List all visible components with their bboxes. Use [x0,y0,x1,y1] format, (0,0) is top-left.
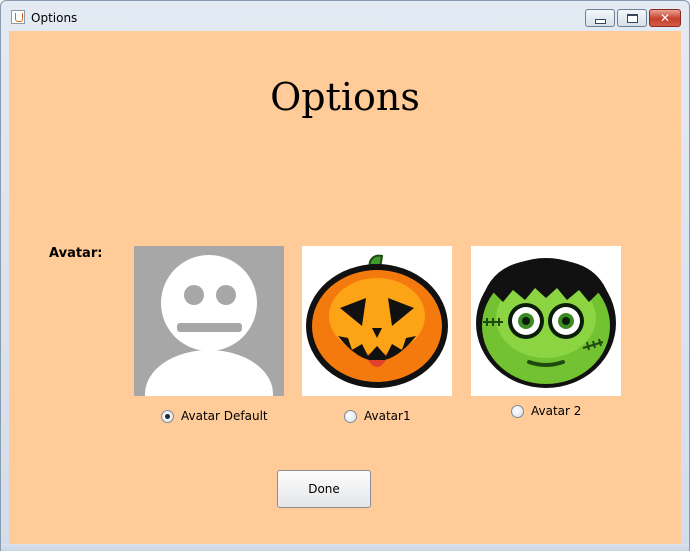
done-button[interactable]: Done [277,470,371,508]
radio-avatar2-label: Avatar 2 [531,404,582,418]
options-panel: Options Avatar: Avatar Default Avatar1 A… [9,31,681,544]
radio-avatar1-label: Avatar1 [364,409,411,423]
avatar-label: Avatar: [49,246,103,261]
radio-avatar1[interactable]: Avatar1 [344,409,411,423]
frankenstein-avatar-icon[interactable] [471,246,621,396]
window-bottom-border [1,544,689,551]
default-avatar-silhouette-icon[interactable] [134,246,284,396]
title-bar[interactable]: Options ✕ [1,1,689,31]
options-window: Options ✕ Options Avatar: Avatar Default… [0,0,690,551]
maximize-button[interactable] [617,9,647,27]
window-title: Options [31,11,78,25]
radio-avatar2[interactable]: Avatar 2 [511,404,581,418]
close-button[interactable]: ✕ [649,9,681,27]
minimize-icon [586,10,614,26]
radio-indicator[interactable] [344,409,357,423]
radio-avatar-default-label: Avatar Default [181,409,268,423]
radio-indicator[interactable] [511,404,524,418]
radio-avatar-default[interactable]: Avatar Default [161,409,268,423]
radio-selected-indicator[interactable] [161,409,174,423]
close-icon: ✕ [659,11,671,25]
maximize-icon [618,10,646,26]
jack-o-lantern-avatar-icon[interactable] [302,246,452,396]
minimize-button[interactable] [585,9,615,27]
java-app-icon [11,10,25,24]
page-title: Options [270,75,420,119]
